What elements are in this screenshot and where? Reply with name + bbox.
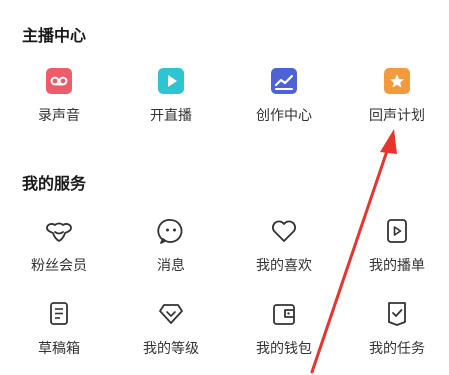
echo-plan-icon bbox=[381, 65, 413, 97]
section-title-anchor-center: 主播中心 bbox=[22, 26, 87, 45]
record-voice-label: 录声音 bbox=[38, 108, 80, 124]
my-tasks-button[interactable]: 我的任务 bbox=[352, 298, 442, 368]
my-level-button[interactable]: 我的等级 bbox=[126, 298, 216, 368]
creator-center-label: 创作中心 bbox=[256, 108, 312, 124]
my-tasks-label: 我的任务 bbox=[369, 341, 425, 357]
record-voice-icon bbox=[43, 65, 75, 97]
live-stream-icon bbox=[155, 65, 187, 97]
record-voice-button[interactable]: 录声音 bbox=[14, 65, 104, 135]
live-stream-label: 开直播 bbox=[150, 108, 192, 124]
creator-center-button[interactable]: 创作中心 bbox=[239, 65, 329, 135]
my-level-label: 我的等级 bbox=[143, 341, 199, 357]
my-wallet-button[interactable]: 我的钱包 bbox=[239, 298, 329, 368]
wallet-icon bbox=[268, 298, 300, 330]
my-services-grid-row-1: 粉丝会员 消息 我的喜欢 我的播单 bbox=[0, 215, 449, 285]
draft-box-button[interactable]: 草稿箱 bbox=[14, 298, 104, 368]
my-likes-button[interactable]: 我的喜欢 bbox=[239, 215, 329, 285]
draft-icon bbox=[43, 298, 75, 330]
message-label: 消息 bbox=[157, 258, 185, 274]
my-playlist-button[interactable]: 我的播单 bbox=[352, 215, 442, 285]
message-button[interactable]: 消息 bbox=[126, 215, 216, 285]
my-likes-label: 我的喜欢 bbox=[256, 258, 312, 274]
my-playlist-label: 我的播单 bbox=[369, 258, 425, 274]
my-wallet-label: 我的钱包 bbox=[256, 341, 312, 357]
service-page: 主播中心 录声音 开直播 创作中心 回声计划 我的服务 粉丝会员 消息 我的喜欢… bbox=[0, 0, 449, 375]
creator-center-icon bbox=[268, 65, 300, 97]
level-icon bbox=[155, 298, 187, 330]
fan-member-icon bbox=[43, 215, 75, 247]
fan-member-button[interactable]: 粉丝会员 bbox=[14, 215, 104, 285]
echo-plan-button[interactable]: 回声计划 bbox=[352, 65, 442, 135]
task-icon bbox=[381, 298, 413, 330]
fan-member-label: 粉丝会员 bbox=[31, 258, 87, 274]
playlist-icon bbox=[381, 215, 413, 247]
my-services-grid-row-2: 草稿箱 我的等级 我的钱包 我的任务 bbox=[0, 298, 449, 368]
section-title-my-services: 我的服务 bbox=[22, 174, 87, 193]
live-stream-button[interactable]: 开直播 bbox=[126, 65, 216, 135]
draft-box-label: 草稿箱 bbox=[38, 341, 80, 357]
anchor-center-grid: 录声音 开直播 创作中心 回声计划 bbox=[0, 65, 449, 135]
echo-plan-label: 回声计划 bbox=[369, 108, 425, 124]
message-icon bbox=[155, 215, 187, 247]
heart-icon bbox=[268, 215, 300, 247]
